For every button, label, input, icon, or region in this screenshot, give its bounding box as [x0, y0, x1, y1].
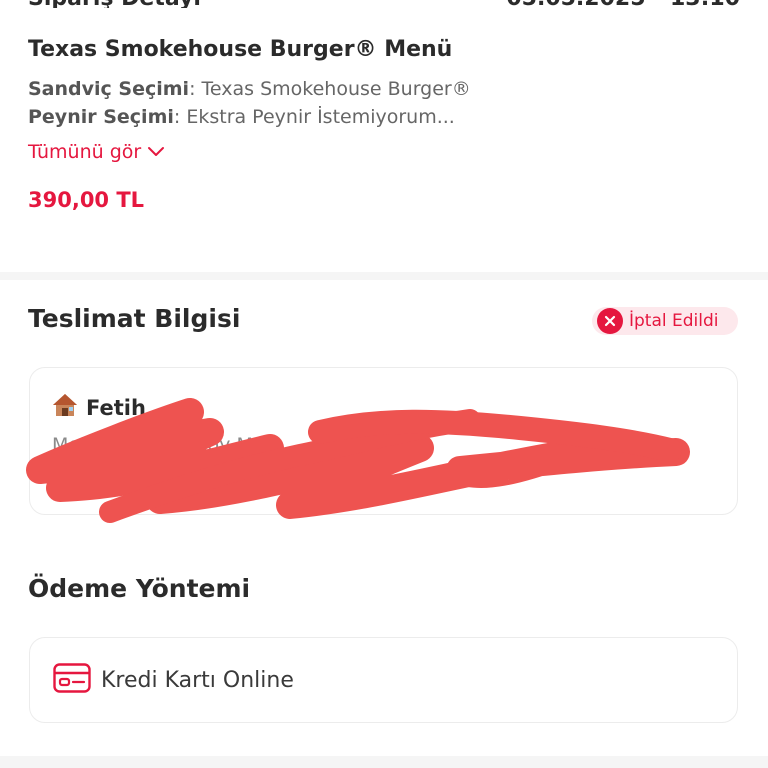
address-line-2: Kurtuluş Cad. No:4 Fatih/İstanbul: [52, 468, 364, 490]
payment-method-label: Kredi Kartı Online: [101, 667, 294, 693]
order-item-section: Sipariş Detayı 05.05.2025 - 13:10 Texas …: [0, 0, 768, 272]
address-name: Fetih: [52, 393, 146, 422]
see-all-label: Tümünü gör: [28, 141, 142, 163]
option-sandwich: Sandviç Seçimi: Texas Smokehouse Burger®: [28, 78, 471, 100]
order-header-cut: Sipariş Detayı 05.05.2025 - 13:10: [28, 0, 740, 8]
option-key: Peynir Seçimi: [28, 106, 174, 128]
chevron-down-icon: [147, 141, 165, 163]
order-header-left: Sipariş Detayı: [28, 0, 201, 8]
status-badge: İptal Edildi: [592, 307, 738, 335]
order-detail-page: Sipariş Detayı 05.05.2025 - 13:10 Texas …: [0, 0, 768, 768]
product-title: Texas Smokehouse Burger® Menü: [28, 37, 453, 62]
delivery-section: Teslimat Bilgisi İptal Edildi Fetih Mehm…: [0, 280, 768, 756]
order-header-right: 05.05.2025 - 13:10: [506, 0, 740, 8]
option-value: : Ekstra Peynir İstemiyorum...: [173, 106, 455, 128]
x-circle-icon: [597, 308, 623, 334]
item-price: 390,00 TL: [28, 188, 145, 212]
delivery-title: Teslimat Bilgisi: [28, 304, 241, 333]
address-line-1: Mehmet Akif Ersoy Mah.: [52, 434, 283, 456]
option-value: : Texas Smokehouse Burger®: [189, 78, 471, 100]
address-name-label: Fetih: [86, 395, 146, 420]
see-all-button[interactable]: Tümünü gör: [28, 141, 165, 163]
status-label: İptal Edildi: [629, 311, 719, 331]
house-icon: [52, 393, 78, 422]
option-key: Sandviç Seçimi: [28, 78, 190, 100]
payment-title: Ödeme Yöntemi: [28, 574, 251, 603]
credit-card-icon: [53, 663, 91, 697]
address-card[interactable]: Fetih Mehmet Akif Ersoy Mah. Kurtuluş Ca…: [29, 367, 738, 515]
option-cheese: Peynir Seçimi: Ekstra Peynir İstemiyorum…: [28, 106, 455, 128]
payment-method-card[interactable]: Kredi Kartı Online: [29, 637, 738, 723]
